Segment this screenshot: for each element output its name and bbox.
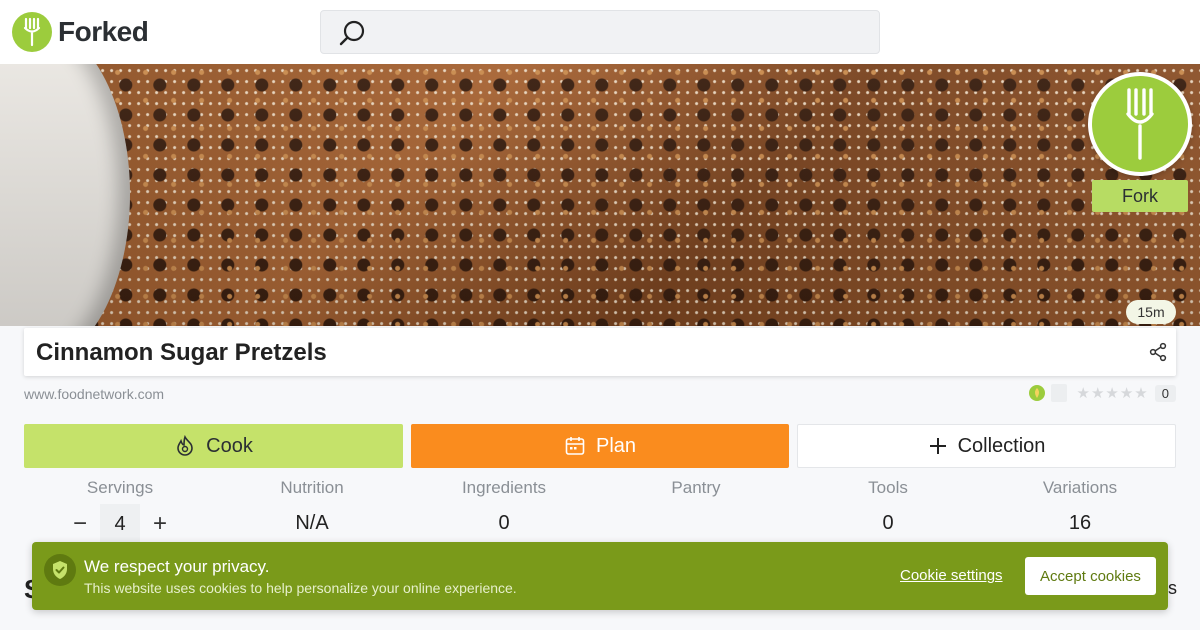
stat-label: Variations (1042, 478, 1118, 497)
stat-value: 0 (882, 512, 894, 534)
recipe-source-link[interactable]: www.foodnetwork.com (24, 386, 164, 402)
stat-label: Servings (86, 478, 154, 497)
recipe-hero-image (0, 64, 1200, 326)
rating-row: ★★★★★ 0 (1028, 384, 1176, 402)
recipe-stats: Servings − 4 + Nutrition N/A Ingredients… (24, 478, 1176, 544)
stat-label: Nutrition (280, 478, 344, 497)
collection-label: Collection (957, 434, 1046, 457)
cookie-banner: We respect your privacy. This website us… (32, 542, 1168, 610)
stat-label: Tools (868, 478, 908, 497)
forked-logo[interactable]: Forked (12, 12, 149, 52)
share-icon[interactable] (1148, 342, 1168, 362)
top-header: Forked (0, 0, 1200, 64)
stat-ingredients[interactable]: Ingredients 0 (408, 478, 600, 544)
plus-icon (929, 438, 946, 454)
stat-tools[interactable]: Tools 0 (792, 478, 984, 544)
increase-servings-button[interactable]: + (140, 504, 180, 544)
stat-pantry[interactable]: Pantry (600, 478, 792, 544)
flame-icon (177, 435, 193, 456)
search-icon (339, 20, 365, 46)
cookie-settings-link[interactable]: Cookie settings (900, 567, 1003, 584)
servings-stepper: − 4 + (24, 504, 216, 544)
fork-badge-icon[interactable] (1088, 72, 1192, 176)
add-collection-button[interactable]: Collection (797, 424, 1176, 468)
shield-check-icon (44, 554, 76, 586)
stat-variations[interactable]: Variations 16 (984, 478, 1176, 544)
cook-button[interactable]: Cook (24, 424, 403, 468)
decrease-servings-button[interactable]: − (60, 504, 100, 544)
stat-nutrition[interactable]: Nutrition N/A (216, 478, 408, 544)
cookie-title: We respect your privacy. (84, 557, 270, 576)
brand-name: Forked (58, 16, 149, 47)
cook-label: Cook (206, 434, 253, 457)
stat-value (600, 512, 792, 538)
cookie-text: This website uses cookies to help person… (84, 580, 517, 596)
accept-cookies-button[interactable]: Accept cookies (1025, 557, 1156, 595)
stat-label: Ingredients (461, 478, 547, 497)
recipe-title: Cinnamon Sugar Pretzels (36, 339, 327, 366)
section-link-partial: s (1168, 578, 1177, 598)
rating-count: 0 (1154, 384, 1176, 402)
calendar-icon (565, 437, 585, 455)
stat-value: N/A (295, 512, 329, 534)
rating-stars[interactable]: ★★★★★ (1077, 384, 1149, 402)
cook-time-badge: 15m (1126, 300, 1176, 324)
placeholder-box (1050, 384, 1067, 402)
search-input[interactable] (320, 10, 880, 54)
plan-button[interactable]: Plan (411, 424, 789, 468)
fork-logo-icon (12, 12, 52, 52)
servings-value[interactable]: 4 (100, 504, 140, 544)
fork-button[interactable]: Fork (1092, 180, 1188, 212)
stat-value: 0 (498, 512, 510, 534)
stat-servings: Servings − 4 + (24, 478, 216, 544)
stat-value: 16 (1068, 512, 1092, 534)
recipe-title-card: Cinnamon Sugar Pretzels (24, 328, 1176, 376)
plan-label: Plan (595, 434, 637, 457)
forked-leaf-icon (1028, 385, 1045, 401)
stat-label: Pantry (671, 478, 721, 497)
